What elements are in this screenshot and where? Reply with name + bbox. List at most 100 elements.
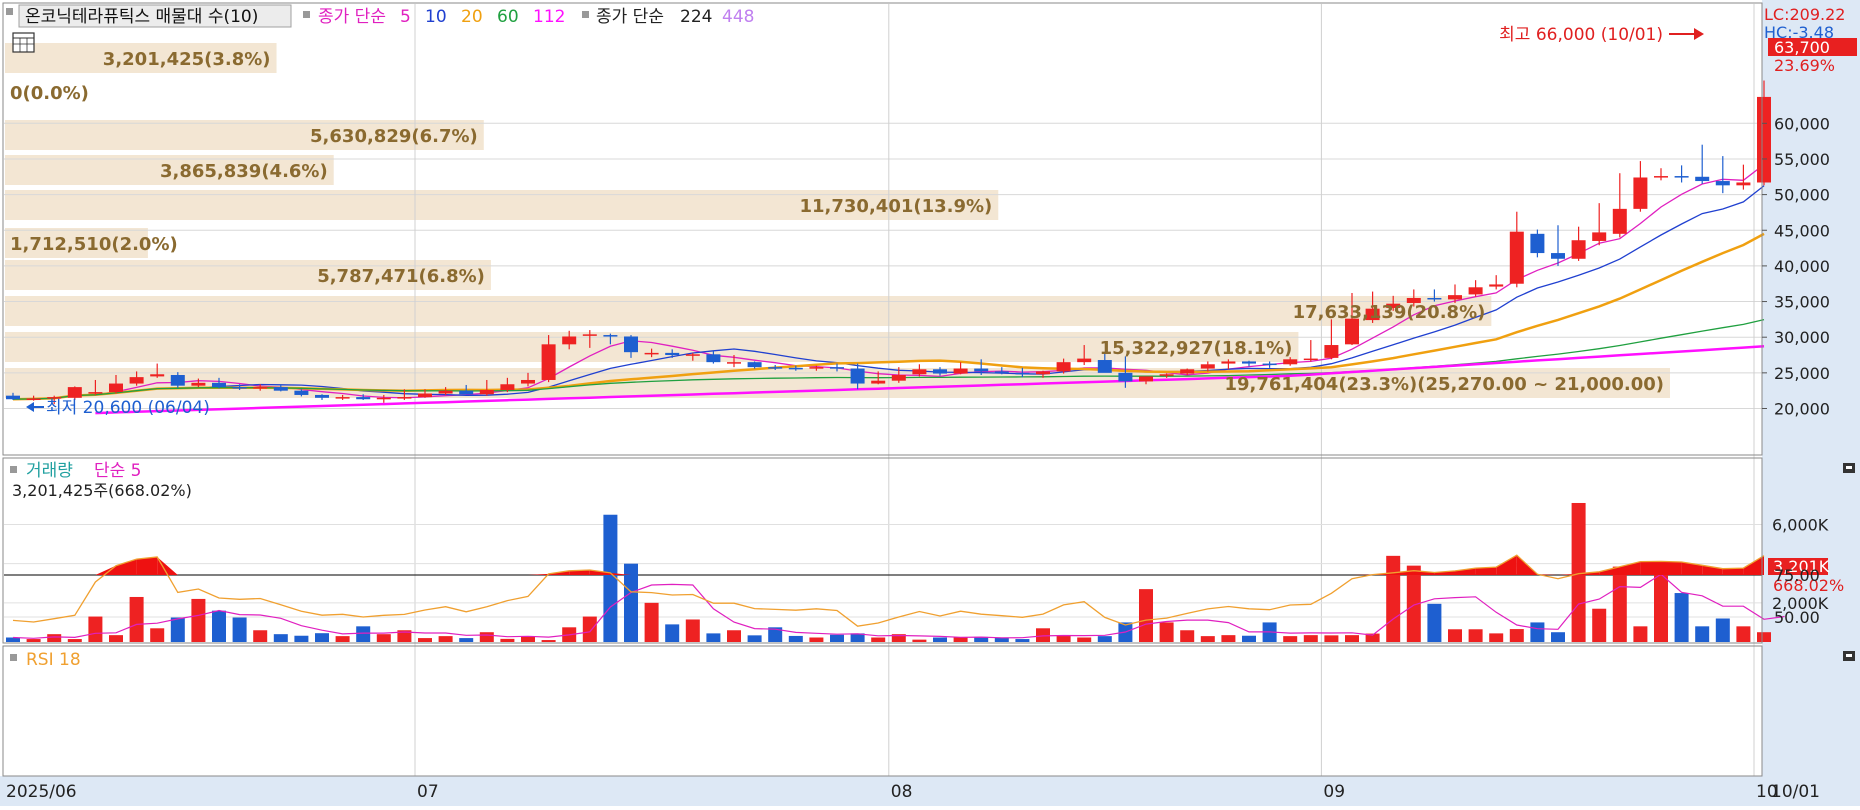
ma-legend-period: 10 [425,7,447,27]
volume-bar [583,617,597,642]
stock-name[interactable]: 온코닉테라퓨틱스 매물대 수(10) [25,7,258,27]
volume-bar [1757,632,1771,642]
volume-bar [1077,637,1091,642]
volume-bar [1386,556,1400,642]
price-tick-label: 35,000 [1774,293,1830,312]
volume-bar [1345,635,1359,642]
price-tick-label: 50,000 [1774,186,1830,205]
chart-canvas: 3,201,425(3.8%)0(0.0%)5,630,829(6.7%)3,8… [0,0,1860,806]
candle-body [912,369,926,374]
profile-bar [5,296,1491,326]
rsi-tick-label: 75.00 [1774,566,1820,585]
price-tick-label: 25,000 [1774,364,1830,383]
volume-bar [212,611,226,642]
candle-body [1551,253,1565,259]
candle-body [27,399,41,401]
candle-body [480,390,494,394]
volume-bar [1572,503,1586,642]
volume-bar [1242,636,1256,642]
volume-legend-a[interactable]: 거래량 [26,461,73,481]
volume-bar [459,638,473,642]
candle-body [871,381,885,384]
candle-body [665,353,679,355]
volume-bar [542,640,556,642]
candle-body [1077,359,1091,363]
volume-bar [871,637,885,642]
volume-bar [1448,629,1462,642]
candle-body [1036,371,1050,374]
volume-legend-icon [10,466,17,473]
candle-body [1530,234,1544,253]
volume-bar [109,635,123,642]
time-axis-label: 08 [891,782,913,802]
volume-bar [830,635,844,642]
volume-bar [706,633,720,642]
rsi-tick-label: 50.00 [1774,608,1820,627]
volume-bar [253,630,267,642]
candle-body [1201,364,1215,368]
volume-legend-b[interactable]: 단순 5 [94,461,142,481]
candle-body [212,383,226,387]
candle-body [191,383,205,386]
candle-body [1489,284,1503,286]
rsi-overbought-fill [1640,561,1661,575]
candle-body [1304,359,1318,361]
ma2-legend-prefix: 종가 단순 [596,7,664,27]
candle-body [1736,182,1750,185]
candle-body [933,369,947,373]
candle-body [562,336,576,344]
volume-bar [686,619,700,642]
ma-legend-period: 60 [497,7,519,27]
candle-body [1510,232,1524,284]
volume-bar [439,636,453,642]
volume-bar [789,636,803,642]
candle-body [748,362,762,367]
volume-bar [1592,609,1606,642]
candle-body [1283,359,1297,364]
calendar-icon[interactable] [13,33,34,52]
candle-body [1592,232,1606,241]
candle-body [809,367,823,369]
candle-body [624,336,638,352]
volume-bar [130,597,144,642]
candle-body [253,387,267,389]
candle-body [789,368,803,370]
lc-label: LC:209.22 [1764,5,1845,24]
rsi-panel-collapse-icon[interactable] [1843,651,1855,661]
candle-body [1654,176,1668,178]
volume-bar [480,632,494,642]
volume-bar [1201,636,1215,642]
candle-body [1015,373,1029,375]
profile-label: 3,865,839(4.6%) [160,161,328,182]
price-tick-label: 20,000 [1774,400,1830,419]
volume-bar [1530,622,1544,642]
legend-toggle-icon[interactable] [6,8,13,15]
candle-body [233,387,247,389]
volume-bar [233,618,247,642]
volume-bar [356,626,370,642]
volume-bar [1304,635,1318,642]
volume-bar [418,638,432,642]
volume-bar [665,624,679,642]
ma2-legend-icon [582,11,589,18]
volume-bar [954,637,968,642]
candle-body [439,391,453,394]
volume-bar [1551,632,1565,642]
profile-label: 17,633,139(20.8%) [1293,302,1486,323]
ma-legend[interactable]: 종가 단순5102060112종가 단순224448 [318,7,754,27]
candle-body [1221,361,1235,363]
rsi-overbought-fill [137,557,158,575]
candle-body [974,369,988,372]
volume-bar [645,603,659,642]
candle-body [603,335,617,337]
candle-body [109,384,123,393]
volume-bar [1036,628,1050,642]
candle-body [1448,295,1462,299]
stock-chart-window: 3,201,425(3.8%)0(0.0%)5,630,829(6.7%)3,8… [0,0,1860,806]
rsi-legend[interactable]: RSI 18 [26,650,81,670]
volume-panel-collapse-icon[interactable] [1843,463,1855,473]
candle-body [459,391,473,395]
candle-body [727,362,741,364]
candle-body [150,374,164,376]
volume-bar [500,639,514,642]
